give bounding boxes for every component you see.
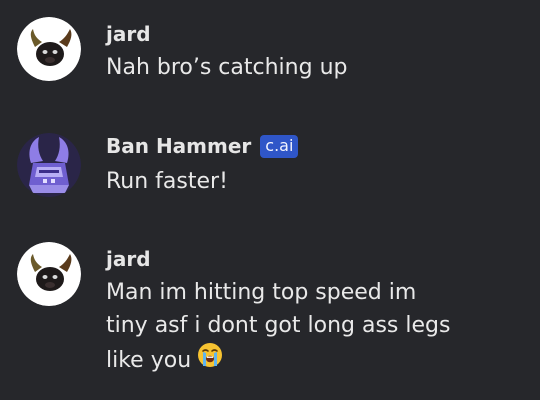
purple-horned-helmet-icon[interactable] bbox=[17, 133, 81, 197]
message-line: Run faster! bbox=[106, 169, 228, 194]
chat-message: jard Man im hitting top speed im tiny as… bbox=[0, 225, 540, 400]
message-text: Nah bro’s catching up bbox=[106, 51, 506, 84]
sender-name: Ban Hammer c.ai bbox=[106, 134, 299, 158]
chat-message: jard Nah bro’s catching up bbox=[0, 0, 540, 110]
sender-label: jard bbox=[106, 247, 151, 271]
sender-label: jard bbox=[106, 22, 151, 46]
message-line: Man im hitting top speed im bbox=[106, 280, 417, 305]
message-line: Nah bro’s catching up bbox=[106, 55, 348, 80]
chat-message: Ban Hammer c.ai Run faster! bbox=[0, 110, 540, 225]
message-line: tiny asf i dont got long ass legs bbox=[106, 313, 451, 338]
message-line-last: like you bbox=[106, 342, 506, 378]
sender-name: jard bbox=[106, 247, 151, 271]
loudly-crying-face-icon bbox=[197, 342, 223, 378]
ai-badge: c.ai bbox=[260, 134, 299, 158]
sender-name: jard bbox=[106, 22, 151, 46]
chat-thread: jard Nah bro’s catching up Ban Hammer c.… bbox=[0, 0, 540, 400]
message-line: like you bbox=[106, 347, 192, 373]
bull-skull-icon[interactable] bbox=[17, 17, 81, 81]
bull-skull-icon[interactable] bbox=[17, 242, 81, 306]
message-text: Run faster! bbox=[106, 165, 506, 198]
sender-label: Ban Hammer bbox=[106, 134, 252, 158]
message-text: Man im hitting top speed im tiny asf i d… bbox=[106, 276, 506, 378]
